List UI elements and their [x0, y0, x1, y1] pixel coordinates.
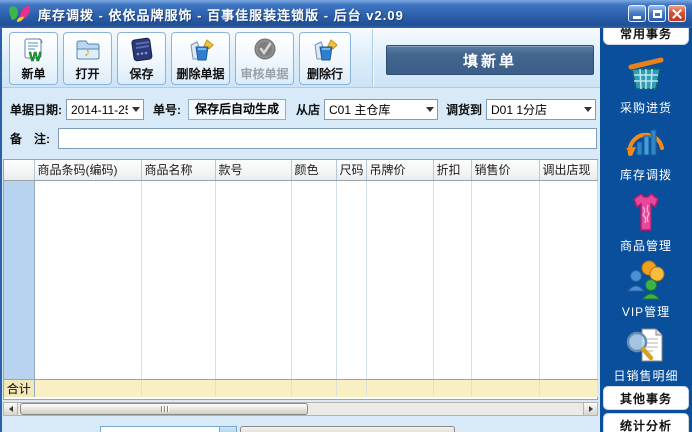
arrow-right-icon: [588, 406, 593, 412]
toolbar-button-label: 删除单据: [176, 67, 225, 81]
date-combobox[interactable]: 2014-11-25: [66, 99, 144, 120]
column-header: 销售价: [471, 160, 540, 181]
from-store-combobox[interactable]: C01 主仓库: [324, 99, 438, 120]
sidebar-item-daily-sales[interactable]: 日销售明细: [600, 326, 692, 384]
svg-text:♪: ♪: [84, 44, 91, 59]
date-label: 单据日期:: [10, 103, 62, 117]
sidebar-item-label: 商品管理: [619, 239, 672, 253]
svg-text:W: W: [29, 49, 42, 63]
grid-header-row: 商品条码(编码) 商品名称 款号 颜色 尺码 吊牌价 折扣 销售价 调出店现: [4, 160, 598, 181]
bottom-combobox[interactable]: [100, 426, 237, 432]
delete-doc-button[interactable]: 删除单据: [171, 32, 230, 85]
chevron-down-icon: [128, 107, 143, 112]
toolbar-separator: [372, 29, 373, 87]
sidebar-item-label: 库存调拨: [619, 168, 672, 182]
report-magnifier-icon: [626, 328, 663, 362]
grid-total-row: 合计: [4, 379, 598, 397]
toolbar-button-label: 审核单据: [240, 67, 289, 81]
total-label-cell: 合计: [4, 379, 35, 397]
window-title: 库存调拨 - 依依品牌服饰 - 百事佳服装连锁版 - 后台 v2.09: [38, 7, 404, 23]
horizontal-scrollbar[interactable]: [3, 402, 598, 416]
to-store-value: D01 1分店: [491, 103, 548, 117]
toolbar-button-label: 保存: [129, 67, 154, 81]
delete-row-icon: [311, 35, 339, 65]
scrollbar-thumb[interactable]: [20, 403, 308, 415]
from-store-value: C01 主仓库: [329, 103, 391, 117]
thumb-grip-icon: [160, 406, 162, 412]
delete-row-button[interactable]: 删除行: [299, 32, 351, 85]
docno-display: 保存后自动生成: [188, 99, 287, 120]
open-folder-icon: ♪: [74, 35, 102, 65]
thumb-grip-icon: [166, 406, 168, 412]
audit-check-icon: [252, 35, 278, 65]
column-header: 折扣: [433, 160, 472, 181]
save-button[interactable]: 保存: [117, 32, 166, 85]
minimize-icon: [633, 16, 641, 19]
column-header: 款号: [215, 160, 292, 181]
delete-doc-icon: [187, 35, 215, 65]
toolbar-button-label: 删除行: [306, 67, 343, 81]
items-grid[interactable]: 商品条码(编码) 商品名称 款号 颜色 尺码 吊牌价 折扣 销售价 调出店现 合…: [3, 159, 598, 400]
sidebar-item-label: VIP管理: [621, 305, 671, 319]
column-header: 尺码: [336, 160, 367, 181]
sidebar: 常用事务 采购进货 库存调拨 商品管理 VIP管理 日销售明细 其他事务 统计分…: [600, 21, 692, 432]
remark-label: 备 注:: [10, 132, 50, 146]
maximize-button[interactable]: [648, 5, 666, 22]
chevron-down-icon: [219, 427, 236, 432]
from-store-label: 从店: [296, 103, 321, 117]
chevron-down-icon: [580, 107, 595, 112]
sidebar-tab-other-tasks[interactable]: 其他事务: [603, 386, 689, 410]
close-icon: [672, 9, 682, 19]
column-header: 吊牌价: [366, 160, 434, 181]
chevron-down-icon: [422, 107, 437, 112]
toolbar-button-label: 新单: [21, 67, 46, 81]
close-button[interactable]: [668, 5, 686, 22]
basket-icon: [628, 57, 664, 90]
main-panel: W 新单 ♪ 打开 保存 删除单据 审核单据 删除行 填新单 单据日期: 201…: [2, 28, 600, 432]
toolbar-button-label: 打开: [75, 67, 100, 81]
sidebar-item-label: 日销售明细: [613, 369, 679, 383]
sidebar-tab-statistics[interactable]: 统计分析: [603, 413, 689, 432]
docno-label: 单号:: [153, 103, 181, 117]
open-button[interactable]: ♪ 打开: [63, 32, 112, 85]
vip-members-icon: [626, 260, 665, 300]
column-header: 颜色: [291, 160, 337, 181]
sidebar-item-purchase[interactable]: 采购进货: [600, 54, 692, 116]
bottom-button[interactable]: [240, 426, 455, 432]
minimize-button[interactable]: [628, 5, 646, 22]
grid-corner-cell: [4, 160, 35, 181]
save-icon: [129, 35, 155, 65]
grid-empty-row[interactable]: [4, 180, 598, 380]
sidebar-item-label: 采购进货: [619, 101, 672, 115]
column-header: 商品条码(编码): [34, 160, 142, 181]
new-doc-icon: W: [21, 35, 47, 65]
tshirt-icon: [633, 193, 659, 231]
row-indicator-cell: [4, 180, 35, 380]
maximize-icon: [652, 9, 662, 18]
to-store-combobox[interactable]: D01 1分店: [486, 99, 596, 120]
title-bar: 库存调拨 - 依依品牌服饰 - 百事佳服装连锁版 - 后台 v2.09: [0, 0, 692, 28]
app-logo-icon: [9, 6, 31, 22]
scroll-left-button[interactable]: [4, 403, 18, 415]
remark-input[interactable]: [58, 128, 597, 149]
to-store-label: 调货到: [446, 103, 483, 117]
sidebar-item-stock-transfer[interactable]: 库存调拨: [600, 121, 692, 183]
date-value: 2014-11-25: [71, 102, 128, 117]
thumb-grip-icon: [163, 406, 165, 412]
audit-doc-button: 审核单据: [235, 32, 294, 85]
fill-new-doc-button[interactable]: 填新单: [386, 45, 594, 75]
app-window: 库存调拨 - 依依品牌服饰 - 百事佳服装连锁版 - 后台 v2.09 W 新单…: [0, 0, 692, 432]
column-header: 商品名称: [141, 160, 216, 181]
scroll-right-button[interactable]: [583, 403, 597, 415]
new-doc-button[interactable]: W 新单: [9, 32, 58, 85]
arrow-left-icon: [8, 406, 13, 412]
sidebar-item-product-mgmt[interactable]: 商品管理: [600, 190, 692, 254]
sidebar-item-vip-mgmt[interactable]: VIP管理: [600, 258, 692, 320]
column-header: 调出店现: [539, 160, 598, 181]
chart-transfer-icon: [626, 129, 664, 156]
